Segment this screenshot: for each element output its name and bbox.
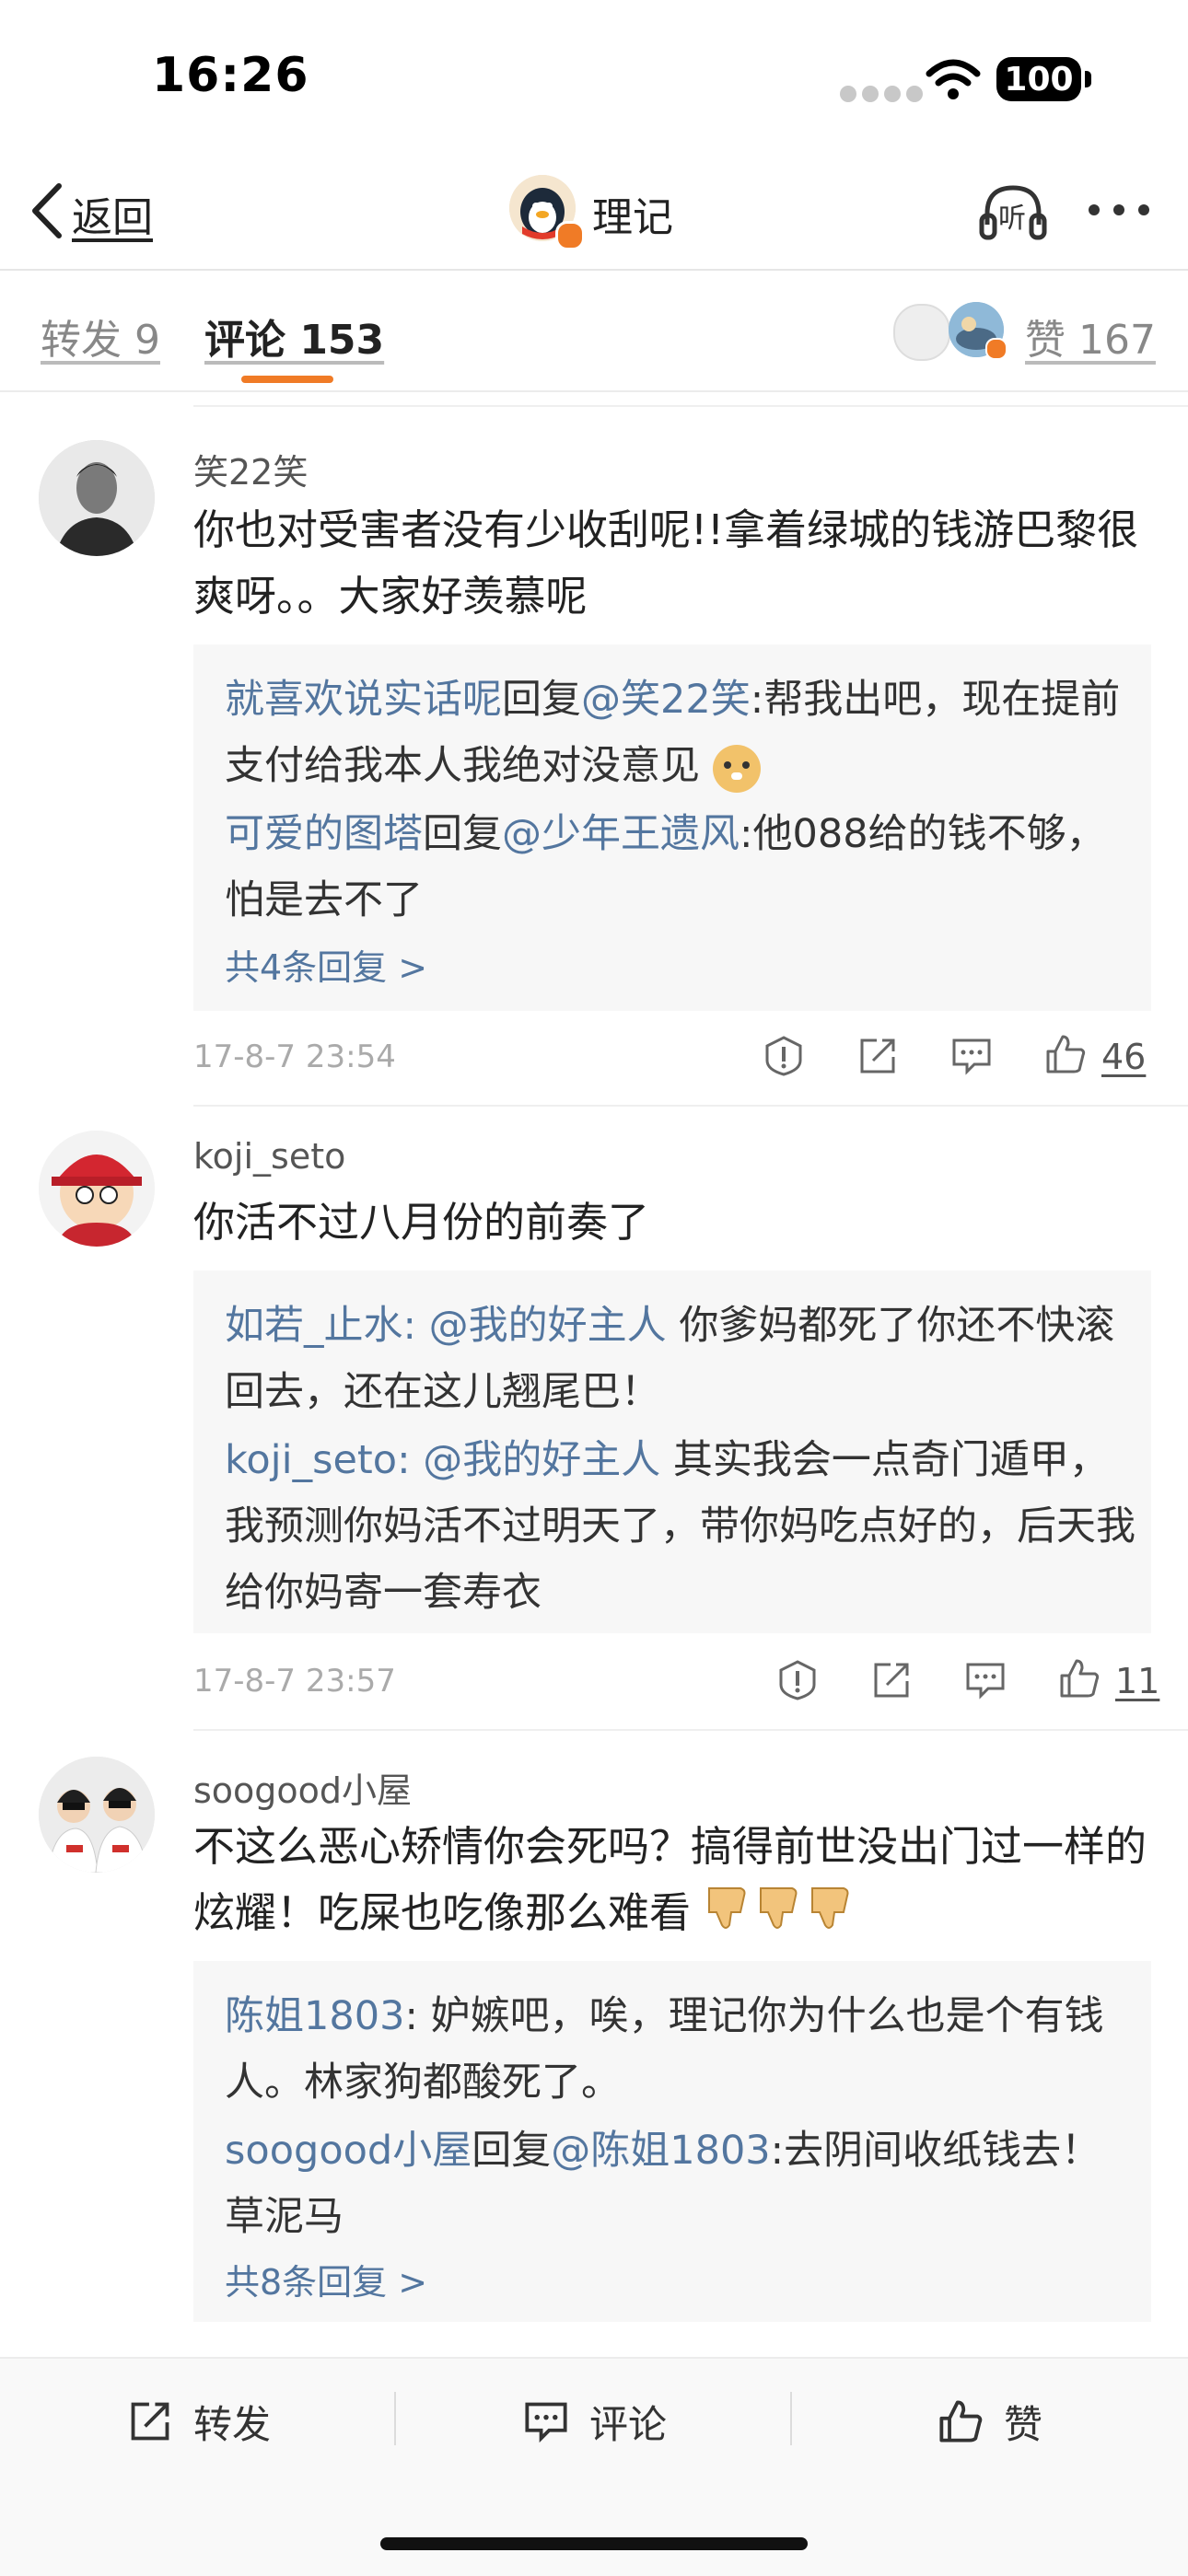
view-more-replies[interactable]: 共4条回复 > bbox=[225, 939, 427, 990]
share-icon[interactable] bbox=[870, 1659, 913, 1701]
tab-repost[interactable]: 转发 9 bbox=[41, 307, 160, 366]
reply-verb: 回复 bbox=[502, 677, 581, 723]
author-name[interactable]: 理记 bbox=[592, 184, 673, 243]
reply-user[interactable]: koji_seto bbox=[225, 1437, 397, 1483]
report-icon[interactable] bbox=[776, 1659, 819, 1701]
like-label: 赞 bbox=[1004, 2401, 1043, 2447]
comment-divider bbox=[193, 1105, 1188, 1107]
like-icon[interactable] bbox=[1058, 1657, 1101, 1700]
reply-mention[interactable]: @陈姐1803 bbox=[551, 2128, 770, 2174]
battery-nub bbox=[1085, 71, 1091, 87]
bottom-divider bbox=[394, 2392, 396, 2445]
reply-item: 如若_止水: @我的好主人 你爹妈都死了你还不快滚回去，还在这儿翘尾巴！ bbox=[225, 1293, 1136, 1425]
reply-sep: : bbox=[404, 1993, 418, 2039]
comment-icon bbox=[525, 2402, 567, 2443]
liker-avatar[interactable] bbox=[893, 304, 950, 361]
like-count[interactable]: 46 bbox=[1101, 1037, 1146, 1077]
reply-user[interactable]: 如若_止水 bbox=[225, 1303, 403, 1349]
comment-text-body: 不这么恶心矫情你会死吗？搞得前世没出门过一样的炫耀！吃屎也吃像那么难看 bbox=[193, 1822, 1147, 1937]
reply-box[interactable]: 如若_止水: @我的好主人 你爹妈都死了你还不快滚回去，还在这儿翘尾巴！ koj… bbox=[193, 1271, 1151, 1633]
reply-mention[interactable]: @笑22笑 bbox=[581, 677, 751, 723]
thumbs-down-emoji-icon bbox=[704, 1881, 860, 1952]
comment-time: 17-8-7 23:54 bbox=[193, 1039, 396, 1075]
view-more-replies[interactable]: 共8条回复 > bbox=[225, 2254, 427, 2304]
status-time: 16:26 bbox=[152, 48, 309, 103]
verified-badge-icon bbox=[555, 221, 585, 250]
doge-emoji-icon bbox=[712, 744, 761, 793]
listen-button[interactable]: 听 bbox=[978, 180, 1048, 241]
comment-text: 你活不过八月份的前奏了 bbox=[193, 1198, 650, 1247]
reply-item: 可爱的图塔回复@少年王遗风:他088给的钱不够，怕是去不了 bbox=[225, 801, 1136, 934]
comment-text: 你也对受害者没有少收刮呢!!拿着绿城的钱游巴黎很爽呀。。大家好羡慕呢 bbox=[193, 505, 1139, 621]
home-indicator[interactable] bbox=[380, 2537, 808, 2550]
reply-mention[interactable]: @少年王遗风 bbox=[502, 811, 740, 857]
reply-item: 陈姐1803: 妒嫉吧，唉，理记你为什么也是个有钱人。林家狗都酸死了。 bbox=[225, 1983, 1136, 2116]
reply-mention[interactable]: : @我的好主人 bbox=[403, 1303, 667, 1349]
comment-label: 评论 bbox=[589, 2401, 668, 2447]
active-tab-indicator bbox=[241, 376, 333, 383]
list-top-divider bbox=[193, 405, 1188, 407]
commenter-name[interactable]: soogood小屋 bbox=[193, 1762, 412, 1813]
reply-user[interactable]: soogood小屋 bbox=[225, 2128, 472, 2174]
comment-button[interactable]: 评论 bbox=[523, 2394, 667, 2449]
tab-like[interactable]: 赞 167 bbox=[1025, 307, 1156, 366]
ellipsis-icon bbox=[1089, 204, 1149, 215]
reply-item: soogood小屋回复@陈姐1803:去阴间收纸钱去！草泥马 bbox=[225, 2118, 1136, 2250]
reply-sep: : bbox=[740, 811, 753, 857]
commenter-avatar[interactable] bbox=[39, 1757, 155, 1873]
wifi-icon bbox=[926, 59, 981, 99]
battery-indicator: 100 bbox=[996, 57, 1081, 101]
commenter-avatar[interactable] bbox=[39, 1131, 155, 1247]
reply-sep: : bbox=[750, 677, 764, 723]
repost-label: 转发 bbox=[193, 2401, 272, 2447]
reply-user[interactable]: 陈姐1803 bbox=[225, 1993, 404, 2039]
share-icon[interactable] bbox=[856, 1035, 899, 1077]
like-count[interactable]: 11 bbox=[1115, 1661, 1159, 1701]
reply-box[interactable]: 陈姐1803: 妒嫉吧，唉，理记你为什么也是个有钱人。林家狗都酸死了。 soog… bbox=[193, 1961, 1151, 2322]
share-icon bbox=[131, 2402, 169, 2441]
reply-item: koji_seto: @我的好主人 其实我会一点奇门遁甲，我预测你妈活不过明天了… bbox=[225, 1427, 1136, 1626]
chevron-left-icon bbox=[32, 183, 62, 238]
tabs-divider bbox=[0, 390, 1188, 392]
like-icon bbox=[939, 2400, 983, 2443]
listen-label: 听 bbox=[998, 203, 1026, 235]
bottom-divider bbox=[790, 2392, 792, 2445]
report-icon[interactable] bbox=[763, 1035, 805, 1077]
commenter-name[interactable]: 笑22笑 bbox=[193, 444, 308, 494]
repost-button[interactable]: 转发 bbox=[127, 2394, 271, 2449]
reply-sep: : bbox=[770, 2128, 785, 2174]
comment-time: 17-8-7 23:57 bbox=[193, 1663, 396, 1700]
reply-verb: 回复 bbox=[472, 2128, 552, 2174]
like-icon[interactable] bbox=[1044, 1033, 1087, 1075]
like-button[interactable]: 赞 bbox=[938, 2394, 1042, 2449]
reply-mention[interactable]: : @我的好主人 bbox=[397, 1437, 660, 1483]
comment-icon[interactable] bbox=[950, 1035, 993, 1077]
more-options-button[interactable] bbox=[1087, 201, 1151, 219]
verified-badge-icon bbox=[985, 338, 1007, 360]
back-label[interactable]: 返回 bbox=[72, 184, 153, 243]
reply-user[interactable]: 可爱的图塔 bbox=[225, 811, 423, 857]
comment-icon[interactable] bbox=[964, 1659, 1007, 1701]
commenter-name[interactable]: koji_seto bbox=[193, 1136, 345, 1177]
reply-item: 就喜欢说实话呢回复@笑22笑:帮我出吧，现在提前支付给我本人我绝对没意见 bbox=[225, 667, 1136, 799]
commenter-avatar[interactable] bbox=[39, 440, 155, 556]
comment-text: 不这么恶心矫情你会死吗？搞得前世没出门过一样的炫耀！吃屎也吃像那么难看 bbox=[193, 1814, 1151, 1952]
reply-verb: 回复 bbox=[423, 811, 502, 857]
reply-box[interactable]: 就喜欢说实话呢回复@笑22笑:帮我出吧，现在提前支付给我本人我绝对没意见 可爱的… bbox=[193, 644, 1151, 1011]
tab-comment[interactable]: 评论 153 bbox=[204, 307, 384, 366]
reply-user[interactable]: 就喜欢说实话呢 bbox=[225, 677, 502, 723]
comment-divider bbox=[193, 1729, 1188, 1731]
